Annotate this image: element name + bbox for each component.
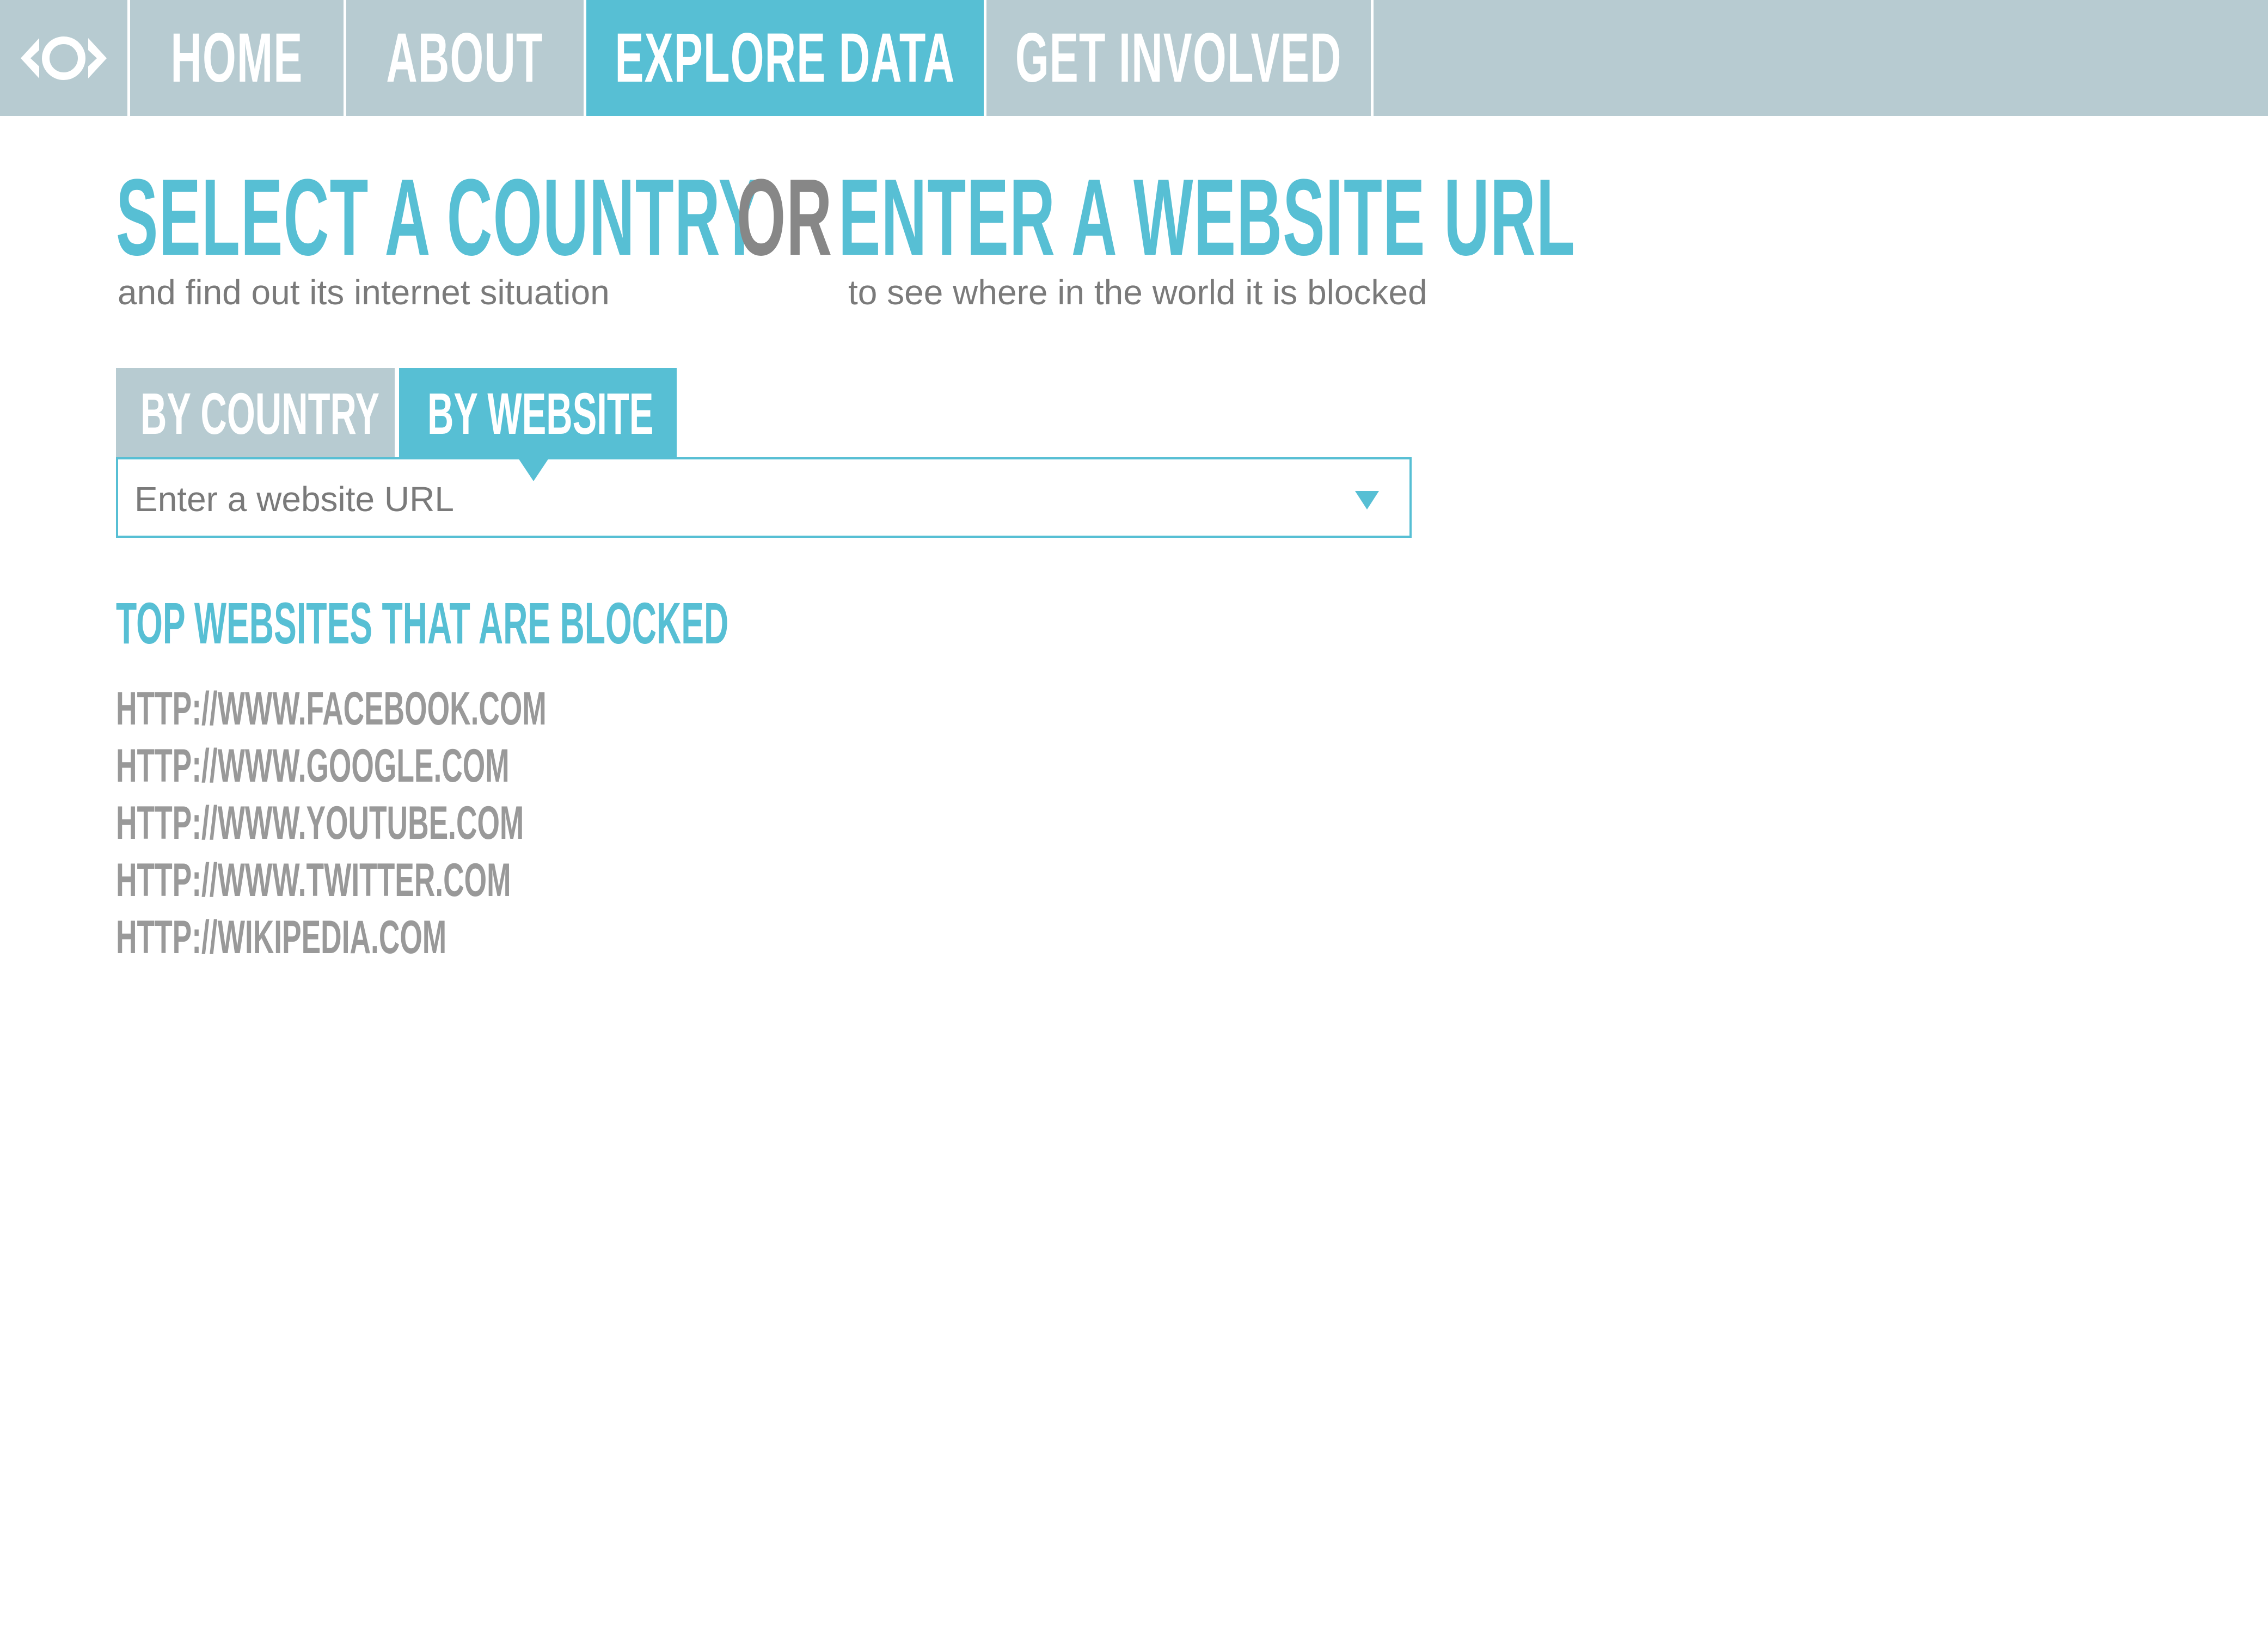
blocked-sites-heading: TOP WEBSITES THAT ARE BLOCKED: [116, 593, 1172, 653]
tab-by-website[interactable]: BY WEBSITE: [399, 368, 677, 458]
tab-by-country[interactable]: BY COUNTRY: [116, 368, 395, 458]
eye-icon: [21, 36, 107, 80]
top-nav-bar: HOME ABOUT EXPLORE DATA GET INVOLVED: [0, 0, 2268, 116]
active-tab-pointer: [518, 458, 549, 481]
nav-explore-data-label: EXPLORE DATA: [615, 19, 955, 97]
nav-get-involved[interactable]: GET INVOLVED: [986, 0, 1371, 116]
blocked-site-url: HTTP://WWW.GOOGLE.COM: [116, 740, 510, 792]
nav-home-label: HOME: [170, 19, 303, 97]
nav-about[interactable]: ABOUT: [346, 0, 584, 116]
title-select-country: SELECT A COUNTRY: [116, 157, 762, 278]
blocked-site-link[interactable]: HTTP://WWW.FACEBOOK.COM: [116, 680, 811, 738]
blocked-sites-list: HTTP://WWW.FACEBOOK.COM HTTP://WWW.GOOGL…: [116, 680, 811, 966]
blocked-site-url: HTTP://WWW.YOUTUBE.COM: [116, 797, 524, 849]
subtitle-country: and find out its internet situation: [118, 273, 610, 312]
nav-divider: [1371, 0, 1374, 116]
dropdown-arrow-icon[interactable]: [1355, 491, 1379, 509]
blocked-sites-heading-text: TOP WEBSITES THAT ARE BLOCKED: [116, 590, 729, 656]
nav-home[interactable]: HOME: [130, 0, 344, 116]
subtitle-website: to see where in the world it is blocked: [848, 273, 1427, 312]
blocked-site-url: HTTP://WWW.TWITTER.COM: [116, 854, 511, 906]
blocked-site-link[interactable]: HTTP://WIKIPEDIA.COM: [116, 909, 811, 966]
blocked-site-link[interactable]: HTTP://WWW.TWITTER.COM: [116, 852, 811, 909]
url-input[interactable]: [133, 469, 1333, 529]
nav-about-label: ABOUT: [386, 19, 544, 97]
title-enter-url: ENTER A WEBSITE URL: [838, 157, 1576, 278]
blocked-site-link[interactable]: HTTP://WWW.GOOGLE.COM: [116, 738, 811, 795]
tab-by-country-label: BY COUNTRY: [140, 380, 380, 446]
blocked-site-link[interactable]: HTTP://WWW.YOUTUBE.COM: [116, 795, 811, 852]
title-or: OR: [737, 157, 833, 278]
blocked-site-url: HTTP://WIKIPEDIA.COM: [116, 911, 447, 963]
url-search-box: [116, 457, 1412, 538]
blocked-site-url: HTTP://WWW.FACEBOOK.COM: [116, 683, 547, 735]
nav-get-involved-label: GET INVOLVED: [1015, 19, 1342, 97]
logo-button[interactable]: [0, 0, 127, 116]
nav-explore-data[interactable]: EXPLORE DATA: [586, 0, 984, 116]
tab-by-website-label: BY WEBSITE: [427, 380, 654, 446]
